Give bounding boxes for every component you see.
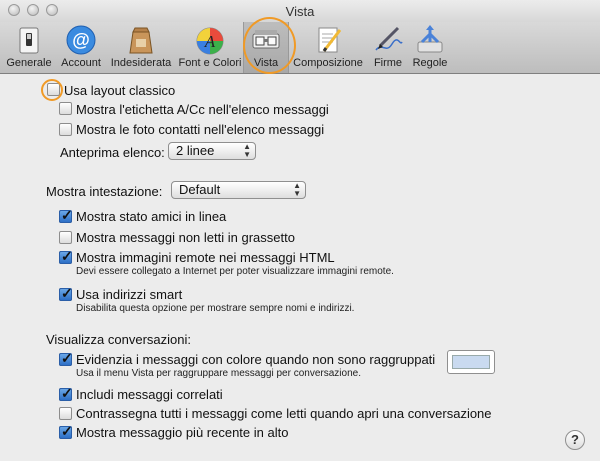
- popup-arrows-icon: ▲ ▼: [243, 142, 251, 159]
- related-checkbox[interactable]: ✓: [59, 385, 73, 401]
- toolbar-font-colori[interactable]: A Font e Colori: [178, 24, 242, 69]
- font-colors-icon: A: [194, 24, 226, 56]
- toolbar-regole[interactable]: Regole: [410, 24, 450, 69]
- mark-read-checkbox[interactable]: [59, 407, 72, 420]
- remote-images-label: Mostra immagini remote nei messaggi HTML: [76, 250, 335, 265]
- show-cc-label: Mostra l'etichetta A/Cc nell'elenco mess…: [76, 102, 329, 117]
- highlight-checkbox[interactable]: ✓: [59, 350, 73, 366]
- remote-images-note: Devi essere collegato a Internet per pot…: [76, 266, 394, 277]
- help-button[interactable]: ?: [565, 430, 585, 450]
- buddy-status-checkbox[interactable]: ✓: [59, 207, 73, 223]
- preview-label: Anteprima elenco:: [60, 145, 165, 160]
- toolbar-firme[interactable]: Firme: [368, 24, 408, 69]
- smart-addresses-label: Usa indirizzi smart: [76, 287, 183, 302]
- at-sign-icon: @: [65, 24, 97, 56]
- checkmark-icon: ✓: [61, 350, 73, 366]
- remote-images-checkbox[interactable]: ✓: [59, 248, 73, 264]
- switch-icon: [13, 24, 45, 56]
- toolbar-indesiderata[interactable]: Indesiderata: [109, 24, 173, 69]
- highlight-color-well[interactable]: [447, 350, 495, 374]
- vista-highlight-ring: [243, 17, 296, 74]
- checkmark-icon: ✓: [61, 207, 73, 223]
- popup-arrows-icon: ▲ ▼: [293, 181, 301, 198]
- window-title: Vista: [285, 4, 315, 19]
- show-photos-label: Mostra le foto contatti nell'elenco mess…: [76, 122, 325, 137]
- svg-text:@: @: [72, 30, 90, 50]
- related-label: Includi messaggi correlati: [76, 387, 223, 402]
- unread-bold-checkbox[interactable]: [59, 231, 72, 244]
- toolbar-generale[interactable]: Generale: [5, 24, 53, 69]
- toolbar-composizione[interactable]: Composizione: [291, 24, 365, 69]
- newest-top-label: Mostra messaggio più recente in alto: [76, 425, 289, 440]
- classic-layout-label: Usa layout classico: [64, 83, 176, 98]
- checkmark-icon: ✓: [61, 248, 73, 264]
- conversations-heading: Visualizza conversazioni:: [46, 332, 191, 347]
- preferences-window: Vista Generale @ Account Indesiderata A …: [0, 0, 600, 461]
- title-bar: Vista: [0, 0, 600, 22]
- signature-pen-icon: [372, 24, 404, 56]
- show-photos-checkbox[interactable]: [59, 123, 72, 136]
- toolbar-account[interactable]: @ Account: [58, 24, 104, 69]
- svg-text:A: A: [204, 32, 216, 51]
- highlight-label: Evidenzia i messaggi con colore quando n…: [76, 352, 436, 367]
- header-value: Default: [179, 182, 221, 197]
- preview-lines-popup[interactable]: 2 linee ▲ ▼: [168, 142, 256, 160]
- checkmark-icon: ✓: [61, 423, 73, 439]
- junk-bag-icon: [125, 24, 157, 56]
- checkmark-icon: ✓: [61, 285, 73, 301]
- smart-addresses-note: Disabilita questa opzione per mostrare s…: [76, 303, 355, 314]
- smart-addresses-checkbox[interactable]: ✓: [59, 285, 73, 301]
- buddy-status-label: Mostra stato amici in linea: [76, 209, 227, 224]
- mark-read-label: Contrassegna tutti i messaggi come letti…: [76, 406, 492, 421]
- header-popup[interactable]: Default ▲ ▼: [171, 181, 306, 199]
- compose-pen-icon: [312, 24, 344, 56]
- highlight-note: Usa il menu Vista per raggruppare messag…: [76, 368, 361, 379]
- header-label: Mostra intestazione:: [46, 184, 163, 199]
- highlight-color-swatch: [452, 355, 490, 369]
- unread-bold-label: Mostra messaggi non letti in grassetto: [76, 230, 295, 245]
- preview-lines-value: 2 linee: [176, 143, 215, 158]
- rules-arrows-icon: [414, 24, 446, 56]
- checkmark-icon: ✓: [61, 385, 73, 401]
- newest-top-checkbox[interactable]: ✓: [59, 423, 73, 439]
- show-cc-checkbox[interactable]: [59, 102, 72, 115]
- classic-layout-highlight-ring: [41, 79, 63, 101]
